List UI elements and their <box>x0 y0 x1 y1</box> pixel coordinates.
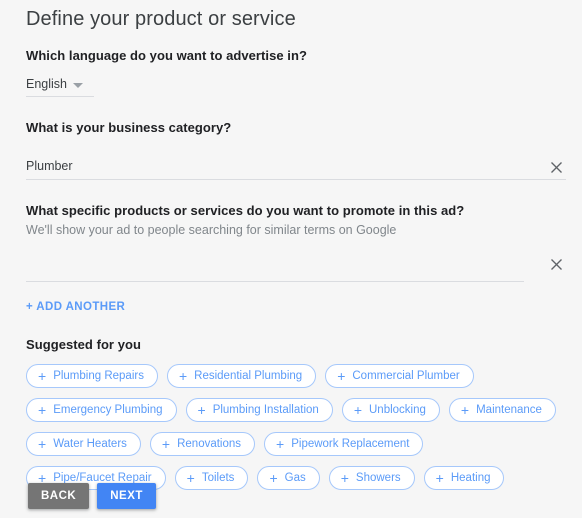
define-product-or-service-page: Define your product or service Which lan… <box>0 0 582 518</box>
business-category-question-label: What is your business category? <box>26 120 232 135</box>
plus-icon: + <box>38 435 47 452</box>
next-button[interactable]: NEXT <box>97 483 156 509</box>
plus-icon: + <box>186 469 195 486</box>
suggested-chip-label: Renovations <box>177 438 242 450</box>
suggested-heading: Suggested for you <box>26 337 141 352</box>
plus-icon: + <box>276 435 285 452</box>
products-input[interactable] <box>26 260 524 282</box>
suggested-chip[interactable]: + Emergency Plumbing <box>26 398 177 422</box>
suggested-chip-label: Showers <box>355 472 401 484</box>
suggested-chip[interactable]: + Pipework Replacement <box>264 432 424 456</box>
suggested-chip[interactable]: + Plumbing Repairs <box>26 364 158 388</box>
close-icon[interactable] <box>546 254 566 274</box>
footer-actions: BACK NEXT <box>28 483 156 509</box>
suggested-chip-label: Residential Plumbing <box>194 370 303 382</box>
back-button[interactable]: BACK <box>28 483 90 509</box>
add-another-button[interactable]: + ADD ANOTHER <box>26 301 125 313</box>
products-help-text: We'll show your ad to people searching f… <box>26 223 397 237</box>
suggested-chip-label: Maintenance <box>476 404 542 416</box>
plus-icon: + <box>353 401 362 418</box>
plus-icon: + <box>161 435 171 452</box>
plus-icon: + <box>460 401 470 418</box>
language-question-label: Which language do you want to advertise … <box>26 48 307 63</box>
suggested-chip-label: Water Heaters <box>53 438 127 450</box>
suggested-chip[interactable]: + Plumbing Installation <box>185 398 333 422</box>
suggested-chip-label: Gas <box>284 472 306 484</box>
suggested-chip-label: Pipework Replacement <box>291 438 410 450</box>
suggested-chip[interactable]: + Residential Plumbing <box>166 364 317 388</box>
suggested-chip[interactable]: + Showers <box>328 466 415 490</box>
chevron-down-icon <box>73 83 83 88</box>
suggested-chip[interactable]: + Water Heaters <box>26 432 141 456</box>
suggested-chip[interactable]: + Gas <box>257 466 320 490</box>
products-question-label: What specific products or services do yo… <box>26 203 465 218</box>
suggested-chip[interactable]: + Maintenance <box>448 398 556 422</box>
business-category-input[interactable] <box>26 158 566 180</box>
language-section: Which language do you want to advertise … <box>26 47 566 97</box>
suggested-chip-label: Toilets <box>201 472 235 484</box>
suggested-chip-label: Plumbing Installation <box>212 404 319 416</box>
suggested-chip-label: Commercial Plumber <box>352 370 460 382</box>
plus-icon: + <box>269 469 278 486</box>
language-select[interactable]: English <box>26 77 94 97</box>
suggested-chip-label: Heating <box>450 472 491 484</box>
plus-icon: + <box>38 401 47 418</box>
products-services-section: What specific products or services do yo… <box>26 202 566 315</box>
plus-icon: + <box>197 401 206 418</box>
suggested-chip[interactable]: + Renovations <box>149 432 256 456</box>
suggested-chip[interactable]: + Commercial Plumber <box>325 364 474 388</box>
business-category-section: What is your business category? <box>26 119 566 180</box>
plus-icon: + <box>38 367 47 384</box>
suggested-chip-label: Emergency Plumbing <box>53 404 163 416</box>
suggested-chip-label: Unblocking <box>369 404 426 416</box>
plus-icon: + <box>435 469 444 486</box>
suggested-section: Suggested for you + Plumbing Repairs + Resi… <box>26 336 566 490</box>
suggested-chip[interactable]: + Unblocking <box>341 398 440 422</box>
products-field-row <box>26 256 566 282</box>
suggested-chip-label: Plumbing Repairs <box>53 370 144 382</box>
plus-icon: + <box>340 469 349 486</box>
plus-icon: + <box>178 367 188 384</box>
page-title: Define your product or service <box>26 8 296 30</box>
suggested-chip-list: + Plumbing Repairs + Residential Plumbing + C… <box>26 364 566 490</box>
plus-icon: + <box>337 367 346 384</box>
suggested-chip[interactable]: + Toilets <box>174 466 249 490</box>
close-icon[interactable] <box>546 157 566 177</box>
business-category-field-row <box>26 154 566 180</box>
language-selected-value: English <box>26 77 67 91</box>
suggested-chip[interactable]: + Heating <box>423 466 505 490</box>
